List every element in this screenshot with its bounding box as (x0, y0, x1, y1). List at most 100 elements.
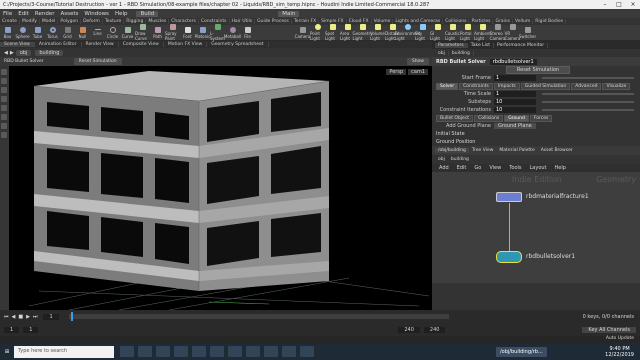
menu-help[interactable]: Help (112, 11, 131, 17)
app-icon-3[interactable] (246, 346, 260, 357)
ground-plane-dropdown[interactable]: Ground Plane (494, 123, 536, 129)
shelf-tool-line[interactable]: Line (90, 29, 105, 36)
net-menu-edit[interactable]: Edit (453, 165, 471, 171)
start-frame-field[interactable]: 1 (4, 326, 20, 333)
net-path-building[interactable]: building (448, 157, 472, 162)
timeline-slider[interactable] (68, 312, 449, 321)
store-icon[interactable] (192, 346, 206, 357)
tab-obj-building[interactable]: /obj/building (435, 148, 469, 153)
clock[interactable]: 9:40 PM 12/22/2019 (605, 346, 640, 358)
scale-tool-icon[interactable] (1, 96, 7, 102)
shelf-tool-spot-light[interactable]: Spot Light (325, 24, 340, 41)
network-editor[interactable]: Indie Edition Geometry rbdmaterialfractu… (432, 172, 640, 283)
net-menu-tools[interactable]: Tools (505, 165, 525, 171)
app-icon-4[interactable] (264, 346, 278, 357)
tab-composite-view[interactable]: Composite View (119, 42, 164, 47)
desktop-dropdown[interactable]: Build (136, 10, 159, 17)
net-menu-add[interactable]: Add (435, 165, 453, 171)
tab-advanced[interactable]: Advanced (571, 82, 602, 90)
param-path-building[interactable]: building (449, 50, 474, 56)
shelf-tool-caustic-light[interactable]: Caustic Light (445, 24, 460, 41)
app-icon-2[interactable] (228, 346, 242, 357)
shelf-tab[interactable]: Guide Process (255, 19, 292, 24)
shelf-tool-null[interactable]: Null (75, 26, 90, 39)
net-path-obj[interactable]: obj (435, 157, 448, 162)
tab-scene-view[interactable]: Scene View (0, 42, 35, 47)
tab-tree-view[interactable]: Tree View (469, 148, 497, 153)
net-menu-help[interactable]: Help (551, 165, 570, 171)
tab-solver[interactable]: Solver (436, 82, 459, 90)
shelf-tool-box[interactable]: Box (0, 26, 15, 39)
shelf-tab[interactable]: Texture (103, 19, 125, 24)
last-frame-icon[interactable]: ⏭ (33, 314, 38, 320)
menu-assets[interactable]: Assets (57, 11, 81, 17)
shelf-tool-curve[interactable]: Curve (120, 26, 135, 39)
back-arrow-icon[interactable]: ◀ (4, 50, 8, 56)
shelf-tool-tube[interactable]: Tube (30, 26, 45, 39)
tab-material-palette[interactable]: Material Palette (496, 148, 537, 153)
play-icon[interactable]: ▶ (26, 314, 30, 320)
desktop-dropdown-2[interactable]: Main (278, 10, 300, 17)
range-start-field[interactable]: 1 (23, 326, 39, 333)
play-back-icon[interactable]: ◀ (12, 314, 16, 320)
shelf-tool-environment-light[interactable]: Environment Light (395, 24, 420, 41)
explorer-icon[interactable] (138, 346, 152, 357)
minimize-icon[interactable]: – (598, 1, 612, 8)
current-frame-field[interactable]: 1 (43, 313, 59, 320)
close-icon[interactable]: × (626, 1, 640, 8)
range-end-field[interactable]: 240 (398, 326, 420, 333)
menu-render[interactable]: Render (32, 11, 58, 17)
shelf-tool-grid[interactable]: Grid (60, 26, 75, 39)
shelf-tab[interactable]: Modify (20, 19, 40, 24)
net-menu-layout[interactable]: Layout (526, 165, 551, 171)
start-frame-slider[interactable] (542, 77, 634, 79)
shelf-tool-torus[interactable]: Torus (45, 26, 60, 39)
tab-take-list[interactable]: Take List (468, 42, 495, 48)
time-scale-slider[interactable] (542, 93, 634, 95)
param-path-obj[interactable]: obj (435, 50, 449, 56)
shelf-tool-stereo-camera[interactable]: Stereo Camera (490, 24, 505, 41)
net-menu-view[interactable]: View (485, 165, 505, 171)
shelf-tool-camera[interactable]: Camera (295, 26, 310, 39)
shelf-tab[interactable]: Hair Utils (230, 19, 256, 24)
shelf-tool-gi-light[interactable]: GI Light (430, 24, 445, 41)
task-view-icon[interactable] (120, 346, 134, 357)
node-name-field[interactable]: rbdbulletsolver1 (489, 58, 537, 65)
show-button[interactable]: Show (406, 58, 429, 65)
tab-animation-editor[interactable]: Animation Editor (35, 42, 82, 47)
move-tool-icon[interactable] (1, 78, 7, 84)
houdini-task-button[interactable]: /obj/building/rb... (496, 346, 547, 357)
menu-windows[interactable]: Windows (81, 11, 112, 17)
tab-constraints[interactable]: Constraints (459, 82, 493, 90)
tab-impacts[interactable]: Impacts (493, 82, 520, 90)
tab-visualize[interactable]: Visualize (602, 82, 631, 90)
shelf-tool-circle[interactable]: Circle (105, 26, 120, 39)
browser-icon[interactable] (156, 346, 170, 357)
tab-asset-browser[interactable]: Asset Browser (538, 148, 576, 153)
shelf-tool-platonic[interactable]: Platonic (195, 26, 210, 39)
rotate-tool-icon[interactable] (1, 87, 7, 93)
shelf-tool-point-light[interactable]: Point Light (310, 24, 325, 41)
shelf-tool-sky-light[interactable]: Sky Light (415, 24, 430, 41)
path-obj[interactable]: obj (15, 49, 32, 56)
tab-collisions[interactable]: Collisions (474, 114, 504, 122)
view-tool-icon[interactable] (1, 123, 7, 129)
shelf-tab[interactable]: Rigid Bodies (533, 19, 567, 24)
constraint-iterations-input[interactable]: 10 (494, 107, 536, 113)
persp-dropdown[interactable]: Persp (386, 69, 407, 75)
first-frame-icon[interactable]: ⏮ (4, 314, 9, 320)
forward-arrow-icon[interactable]: ▶ (10, 50, 14, 56)
tab-forces[interactable]: Forces (529, 114, 553, 122)
node-rbdmaterialfracture[interactable] (496, 192, 522, 202)
constraint-iterations-slider[interactable] (542, 109, 634, 111)
reset-simulation-button[interactable]: Reset Simulation (73, 58, 122, 65)
shelf-tab[interactable]: Polygon (58, 19, 82, 24)
auto-update-dropdown[interactable]: Auto Update (606, 336, 634, 341)
menu-edit[interactable]: Edit (15, 11, 32, 17)
start-frame-input[interactable]: 1 (494, 75, 536, 81)
net-menu-go[interactable]: Go (470, 165, 485, 171)
path-building[interactable]: building (35, 49, 64, 56)
mail-icon[interactable] (174, 346, 188, 357)
substeps-slider[interactable] (542, 101, 634, 103)
tab-guided-simulation[interactable]: Guided Simulation (520, 82, 571, 90)
